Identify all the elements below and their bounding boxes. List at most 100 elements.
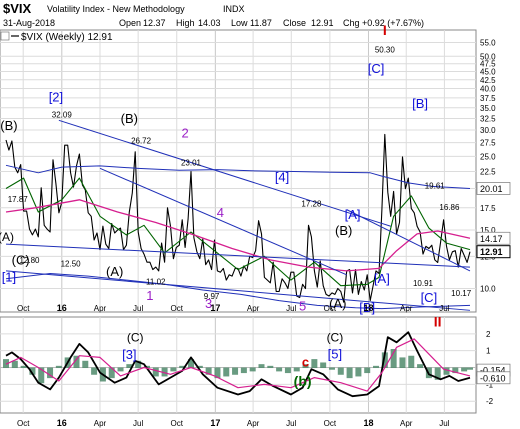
histogram-bar xyxy=(267,365,274,369)
price-value-label: 19.61 xyxy=(425,181,446,190)
histogram-bar xyxy=(443,367,450,375)
x-tick-label: Jul xyxy=(286,419,296,428)
wave-label: 2 xyxy=(182,125,189,140)
histogram-bar xyxy=(258,364,265,369)
wave-label: [4] xyxy=(275,169,289,184)
price-y-tick: 37.5 xyxy=(480,94,496,103)
indicator-y-tick: 1 xyxy=(486,347,491,356)
histogram-bar xyxy=(346,367,353,379)
wave-label: (B) xyxy=(0,118,17,133)
wave-label: (B) xyxy=(335,223,352,238)
change-label: Chg xyxy=(343,18,360,28)
price-value-label: 10.91 xyxy=(413,279,434,288)
price-y-tick: 35.0 xyxy=(480,104,496,113)
open-label: Open xyxy=(119,18,141,28)
histogram-bar xyxy=(232,367,239,375)
x-tick-label: Apr xyxy=(94,304,107,313)
wave-label: 1 xyxy=(146,288,153,303)
price-value-label: 12.50 xyxy=(61,259,82,268)
wave-label: (C) xyxy=(12,253,30,268)
price-value-label: 32.09 xyxy=(52,110,73,119)
x-tick-label: Jul xyxy=(439,419,449,428)
x-tick-label: 16 xyxy=(57,303,67,313)
vix-chart: $VIX Volatility Index - New Methodology … xyxy=(0,1,511,428)
low-value: 11.87 xyxy=(250,18,272,28)
price-value-label: 50.30 xyxy=(375,45,396,54)
x-tick-label: Apr xyxy=(400,419,413,428)
high-label: High xyxy=(176,18,195,28)
wave-label: [5] xyxy=(328,346,342,361)
indicator-y-tick: 2 xyxy=(486,330,491,339)
price-value-label: 23.01 xyxy=(181,158,202,167)
x-tick-label: 18 xyxy=(363,418,373,428)
x-tick-label: Jul xyxy=(286,304,296,313)
wave-label: [1] xyxy=(2,270,16,285)
price-value-label: 26.72 xyxy=(131,137,152,146)
price-value-label: 10.17 xyxy=(451,289,472,298)
histogram-bar xyxy=(320,362,327,369)
x-tick-label: Oct xyxy=(17,304,30,313)
chart-header: $VIX Volatility Index - New Methodology … xyxy=(3,1,424,28)
low-label: Low xyxy=(231,18,248,28)
change-value: +0.92 (+7.67%) xyxy=(362,18,424,28)
open-value: 12.37 xyxy=(143,18,166,28)
x-tick-label: Apr xyxy=(400,304,413,313)
price-y-tick: 22.5 xyxy=(480,168,496,177)
histogram-bar xyxy=(55,365,62,369)
legend-label: $VIX (Weekly) 12.91 xyxy=(21,32,113,43)
price-y-tick: 17.5 xyxy=(480,204,496,213)
histogram-bar xyxy=(223,367,230,377)
x-tick-label: Oct xyxy=(17,419,30,428)
histogram-bar xyxy=(408,355,415,369)
wave-label: 5 xyxy=(299,298,306,313)
price-value-label: 17.87 xyxy=(8,195,29,204)
x-tick-label: Oct xyxy=(324,419,337,428)
x-tick-label: Oct xyxy=(324,304,337,313)
wave-label: I xyxy=(383,22,387,38)
histogram-bar xyxy=(461,367,468,372)
histogram-bar xyxy=(399,357,406,369)
histogram-bar xyxy=(293,367,300,372)
value-tag-label: 14.17 xyxy=(480,234,503,244)
x-tick-label: Jul xyxy=(439,304,449,313)
value-tag-label: 12.91 xyxy=(480,247,503,257)
histogram-bar xyxy=(417,364,424,369)
indicator-y-axis: 21-1-2-0.154-0.610 xyxy=(476,330,511,406)
ticker-symbol: $VIX xyxy=(3,1,32,16)
x-tick-label: Oct xyxy=(171,419,184,428)
price-y-tick: 27.5 xyxy=(480,139,496,148)
wave-label: [C] xyxy=(421,290,438,305)
x-tick-label: Jul xyxy=(133,419,143,428)
wave-label: c xyxy=(302,355,309,370)
instrument-name: Volatility Index - New Methodology xyxy=(47,4,185,14)
exchange: INDX xyxy=(223,4,245,14)
histogram-bar xyxy=(249,367,256,372)
wave-label: [C] xyxy=(368,61,385,76)
price-y-tick: 32.5 xyxy=(480,114,496,123)
wave-label: II xyxy=(434,313,442,329)
wave-label: (C) xyxy=(127,330,144,344)
histogram-bar xyxy=(364,367,371,374)
x-tick-label: 16 xyxy=(57,418,67,428)
x-tick-label: Apr xyxy=(247,419,260,428)
price-y-tick: 42.5 xyxy=(480,76,496,85)
histogram-bar xyxy=(117,367,124,372)
histogram-bar xyxy=(328,367,335,370)
histogram-bar xyxy=(467,367,473,370)
price-value-label: 11.02 xyxy=(146,278,166,287)
histogram-bar xyxy=(82,360,89,369)
price-y-tick: 40.0 xyxy=(480,85,496,94)
wave-label: (B) xyxy=(121,111,138,126)
x-tick-label: 17 xyxy=(210,303,220,313)
histogram-bar xyxy=(311,359,318,369)
high-value: 14.03 xyxy=(198,18,221,28)
price-value-label: 17.28 xyxy=(301,200,322,209)
price-y-axis: 55.050.047.545.042.540.037.535.032.530.0… xyxy=(476,39,511,294)
x-tick-label: 18 xyxy=(363,303,373,313)
price-y-tick: 10.0 xyxy=(480,285,496,294)
close-value: 12.91 xyxy=(311,18,334,28)
value-tag-label: -0.610 xyxy=(480,373,506,383)
price-y-tick: 30.0 xyxy=(480,126,496,135)
histogram-bar xyxy=(337,367,344,375)
value-tag-label: 20.01 xyxy=(480,184,503,194)
